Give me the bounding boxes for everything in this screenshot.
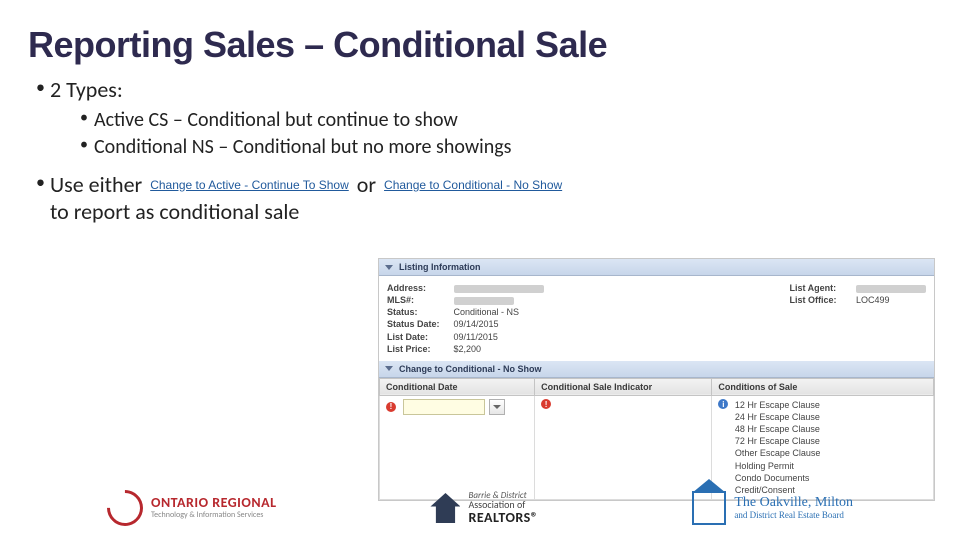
col-conditional-date: Conditional Date [380, 378, 535, 395]
value-address-blur [454, 285, 544, 293]
logo-barrie-district: Barrie & District Association of REALTOR… [430, 491, 538, 526]
label-status: Status: [387, 306, 451, 318]
condition-option[interactable]: Holding Permit [735, 460, 821, 472]
footer-logos: ONTARIO REGIONAL Technology & Informatio… [0, 490, 960, 526]
logo-ontario-line1: ONTARIO REGIONAL [151, 496, 277, 511]
logo-ontario-line2: Technology & Information Services [151, 511, 277, 519]
section-change-cond-header[interactable]: Change to Conditional - No Show [379, 361, 934, 378]
condition-option[interactable]: 48 Hr Escape Clause [735, 423, 821, 435]
cell-conditional-date: ! [380, 395, 535, 499]
house-outline-icon [692, 491, 726, 525]
link-change-cond-noshow[interactable]: Change to Conditional - No Show [384, 178, 562, 192]
slide: Reporting Sales – Conditional Sale 2 Typ… [0, 0, 960, 540]
cell-conditional-indicator: ! [535, 395, 712, 499]
use-or-text: or [357, 171, 376, 198]
condition-option[interactable]: 12 Hr Escape Clause [735, 399, 821, 411]
value-mls-blur [454, 297, 514, 305]
label-list-price: List Price: [387, 343, 451, 355]
use-suffix-text: to report as conditional sale [50, 198, 932, 225]
slide-title: Reporting Sales – Conditional Sale [28, 24, 932, 66]
logo-oakville-milton: The Oakville, Milton and District Real E… [692, 491, 853, 525]
label-list-date: List Date: [387, 331, 451, 343]
date-picker-icon[interactable] [489, 399, 505, 415]
types-heading-text: 2 Types: [50, 76, 123, 103]
value-status-date: 09/14/2015 [454, 319, 499, 329]
label-address: Address: [387, 282, 451, 294]
conditional-table: Conditional Date Conditional Sale Indica… [379, 378, 934, 500]
value-list-price: $2,200 [454, 344, 482, 354]
sub-bullet-active-cs: Active CS – Conditional but continue to … [80, 107, 932, 134]
listing-info-left-col: Address: MLS#: Status: Conditional - NS … [387, 282, 544, 355]
conditional-date-input[interactable] [403, 399, 485, 415]
bullet-types: 2 Types: Active CS – Conditional but con… [36, 76, 932, 161]
section-listing-info-title: Listing Information [399, 262, 481, 272]
label-list-agent: List Agent: [789, 282, 853, 294]
required-icon: ! [386, 402, 396, 412]
value-list-date: 09/11/2015 [454, 332, 498, 342]
condition-option[interactable]: Other Escape Clause [735, 447, 821, 459]
logo-oakville-line1: The Oakville, Milton [734, 496, 853, 511]
section-change-cond-title: Change to Conditional - No Show [399, 364, 541, 374]
logo-oakville-line2: and District Real Estate Board [734, 511, 853, 520]
info-icon: i [718, 399, 728, 409]
listing-info-right-col: List Agent: List Office: LOC499 [789, 282, 926, 355]
bullet-list: 2 Types: Active CS – Conditional but con… [28, 76, 932, 225]
logo-barrie-line3: REALTORS® [468, 511, 538, 526]
value-list-agent-blur [856, 285, 926, 293]
listing-info-body: Address: MLS#: Status: Conditional - NS … [379, 276, 934, 361]
collapse-icon [385, 366, 393, 371]
ontario-swirl-icon [100, 483, 151, 534]
section-listing-info-header[interactable]: Listing Information [379, 259, 934, 276]
house-icon [430, 493, 460, 523]
value-status: Conditional - NS [454, 307, 520, 317]
bullet-use-either: Use either Change to Active - Continue T… [36, 171, 932, 225]
condition-option[interactable]: 72 Hr Escape Clause [735, 435, 821, 447]
label-list-office: List Office: [789, 294, 853, 306]
col-conditional-indicator: Conditional Sale Indicator [535, 378, 712, 395]
sub-bullet-list: Active CS – Conditional but continue to … [50, 107, 932, 161]
label-mls: MLS#: [387, 294, 451, 306]
sub-bullet-cond-ns: Conditional NS – Conditional but no more… [80, 134, 932, 161]
logo-ontario-regional: ONTARIO REGIONAL Technology & Informatio… [107, 490, 277, 526]
condition-option[interactable]: 24 Hr Escape Clause [735, 411, 821, 423]
required-icon: ! [541, 399, 551, 409]
embedded-screenshot: Listing Information Address: MLS#: Statu… [378, 258, 935, 501]
link-change-active-show[interactable]: Change to Active - Continue To Show [150, 178, 349, 192]
condition-option[interactable]: Condo Documents [735, 472, 821, 484]
use-either-text: Use either [50, 171, 142, 198]
col-conditions-of-sale: Conditions of Sale [712, 378, 934, 395]
value-list-office: LOC499 [856, 295, 890, 305]
label-status-date: Status Date: [387, 318, 451, 330]
collapse-icon [385, 265, 393, 270]
cell-conditions-of-sale: i 12 Hr Escape Clause 24 Hr Escape Claus… [712, 395, 934, 499]
